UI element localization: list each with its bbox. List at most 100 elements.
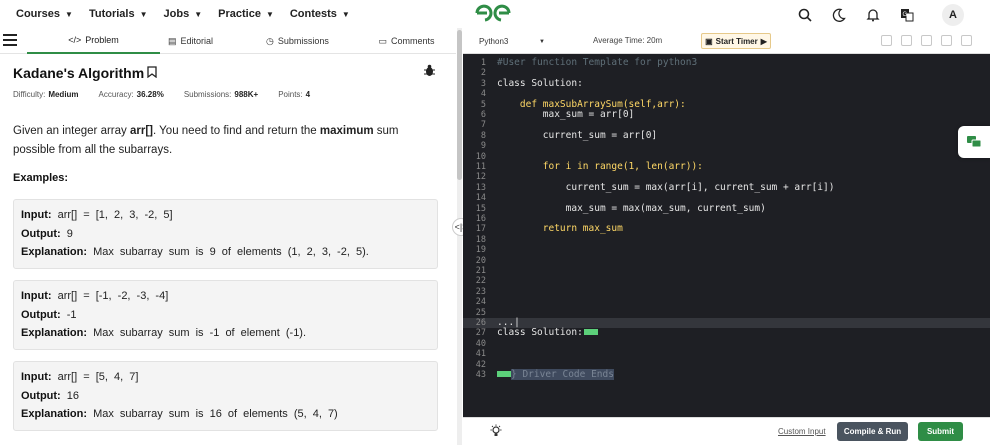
code-line: 23 (463, 287, 990, 297)
code-line: 41 (463, 349, 990, 359)
fullscreen-icon[interactable] (961, 35, 972, 46)
language-value: Python3 (479, 37, 509, 46)
code-text: max_sum = arr[0] (497, 109, 635, 120)
nav-tutorials[interactable]: Tutorials ▼ (89, 8, 148, 20)
submit-button[interactable]: Submit (918, 422, 963, 441)
scrollbar-thumb[interactable] (457, 30, 462, 180)
difficulty: Difficulty: Medium (13, 90, 79, 99)
code-line: 22 (463, 276, 990, 286)
info-icon[interactable] (941, 35, 952, 46)
svg-text:G: G (903, 12, 908, 18)
nav-practice[interactable]: Practice ▼ (218, 8, 274, 20)
desc-text: Given an integer array (13, 125, 130, 137)
nav-label: Tutorials (88, 8, 135, 20)
language-select[interactable]: Python3 ▼ (475, 34, 549, 49)
line-number: 22 (475, 276, 486, 287)
search-icon[interactable] (790, 5, 820, 25)
line-number: 24 (475, 297, 486, 308)
label: Explanation: (21, 408, 88, 420)
example-output: Output: -1 (21, 306, 430, 325)
code-line: 25 (463, 308, 990, 318)
reset-icon[interactable] (901, 35, 912, 46)
meta-value: 4 (305, 90, 311, 99)
desc-bold: arr[] (129, 125, 153, 137)
moon-icon[interactable] (824, 5, 854, 25)
example-box: Input: arr[] = [1, 2, 3, -2, 5] Output: … (13, 199, 438, 269)
label: Input: (21, 371, 52, 383)
bookmark-icon[interactable] (147, 65, 157, 81)
gfg-logo-icon[interactable] (474, 2, 512, 24)
line-number: 43 (475, 370, 486, 380)
nav-jobs[interactable]: Jobs ▼ (164, 8, 203, 20)
line-number: 17 (475, 224, 486, 235)
code-line: 21 (463, 266, 990, 276)
lightbulb-icon[interactable] (489, 424, 503, 441)
problem-scrollbar[interactable] (457, 28, 462, 445)
clock-icon: ◷ (266, 35, 274, 46)
line-number: 40 (475, 338, 486, 349)
comment-icon: ▭ (378, 35, 387, 46)
nav-label: Jobs (163, 8, 190, 20)
menu-icon[interactable] (3, 34, 17, 49)
nav-courses[interactable]: Courses ▼ (16, 8, 73, 20)
copy-icon[interactable] (881, 35, 892, 46)
line-number: 16 (475, 214, 486, 224)
translate-icon[interactable]: G (892, 5, 922, 25)
problem-description: Given an integer array arr[]. You need t… (13, 122, 443, 160)
label: Explanation: (21, 246, 88, 258)
chat-icon[interactable] (958, 126, 990, 158)
example-explanation: Explanation: Max subarray sum is -1 of e… (21, 324, 430, 343)
chevron-down-icon: ▼ (265, 9, 274, 19)
example-explanation: Explanation: Max subarray sum is 9 of el… (21, 243, 430, 262)
bell-icon[interactable] (858, 5, 888, 25)
code-line: 6 max_sum = arr[0] (463, 109, 990, 120)
examples-heading: Examples: (13, 172, 69, 184)
code-line: 8 current_sum = arr[0] (463, 129, 990, 141)
code-editor[interactable]: 1 #User function Template for python3 2 3… (463, 54, 990, 417)
nav-label: Courses (16, 8, 61, 20)
timer-icon: ▣ (705, 36, 713, 46)
example-box: Input: arr[] = [5, 4, 7] Output: 16 Expl… (13, 361, 438, 431)
nav-contests[interactable]: Contests ▼ (290, 8, 350, 20)
tab-label: Problem (85, 35, 119, 45)
line-number: 23 (475, 286, 486, 297)
value: Max subarray sum is -1 of element (-1). (93, 327, 307, 339)
example-input: Input: arr[] = [-1, -2, -3, -4] (21, 287, 430, 306)
value: 16 (66, 389, 80, 402)
points: Points: 4 (278, 90, 310, 99)
folded-code-marker[interactable] (497, 371, 511, 377)
value: arr[] = [1, 2, 3, -2, 5] (57, 209, 173, 221)
line-number: 14 (475, 193, 486, 204)
line-number: 25 (475, 307, 486, 318)
tab-label: Submissions (277, 36, 329, 46)
code-text: current_sum = arr[0] (497, 129, 658, 141)
meta-value: Medium (48, 90, 79, 99)
line-number: 20 (475, 255, 486, 266)
line-number: 2 (480, 68, 486, 79)
report-bug-icon[interactable] (423, 64, 436, 80)
code-line: 20 (463, 256, 990, 266)
code-text: for i in range(1, len(arr)): (497, 161, 703, 172)
code-line: 27 class Solution: (463, 328, 990, 338)
line-number: 1 (480, 58, 486, 68)
example-input: Input: arr[] = [1, 2, 3, -2, 5] (21, 206, 430, 225)
custom-input-link[interactable]: Custom Input (778, 427, 826, 436)
editor-toolbar: Python3 ▼ Average Time: 20m ▣ Start Timer ▶ (463, 28, 990, 54)
code-text: #User function Template for python3 (497, 57, 698, 68)
avatar[interactable]: A (942, 4, 964, 26)
folded-code-marker[interactable] (583, 329, 598, 336)
submissions-count: Submissions: 988K+ (184, 90, 258, 99)
tab-comments[interactable]: ▭ Comments (340, 28, 456, 54)
average-time: Average Time: 20m (593, 36, 663, 45)
line-number: 8 (480, 130, 486, 141)
line-number: 27 (475, 328, 486, 339)
chevron-down-icon: ▼ (194, 9, 203, 19)
code-text: class Solution: (497, 77, 583, 89)
line-number: 3 (480, 78, 486, 89)
settings-icon[interactable] (921, 35, 932, 46)
code-line: 19 (463, 245, 990, 255)
compile-run-button[interactable]: Compile & Run (837, 422, 908, 441)
line-number: 41 (475, 349, 486, 360)
start-timer-button[interactable]: ▣ Start Timer ▶ (701, 33, 771, 49)
meta-label: Points: (278, 90, 303, 99)
